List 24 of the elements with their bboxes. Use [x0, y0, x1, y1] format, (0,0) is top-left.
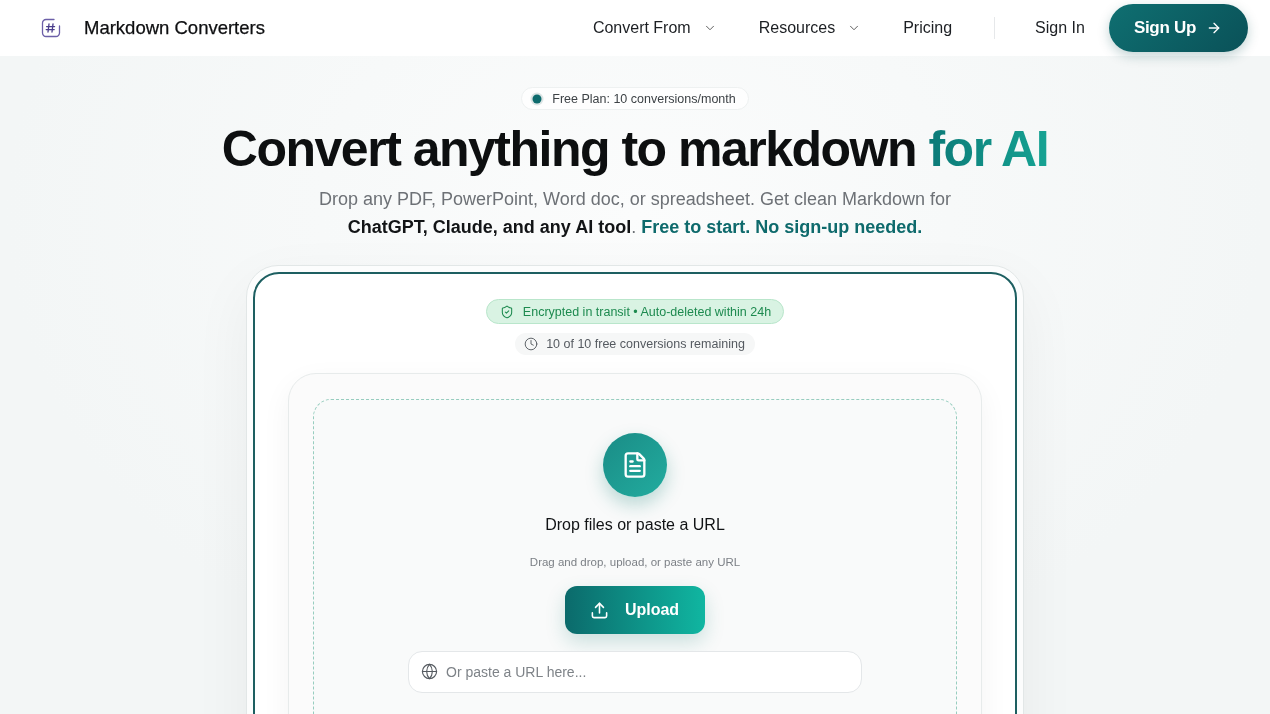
drop-zone[interactable]: Drop files or paste a URL Drag and drop, upload, or paste any URL Upload Or paste a URL here...	[313, 399, 957, 714]
upload-icon	[589, 600, 609, 620]
url-input-field[interactable]: Or paste a URL here...	[408, 651, 862, 693]
clock-icon	[524, 337, 539, 351]
sign-up-button[interactable]: Sign Up	[1108, 4, 1248, 52]
nav-link[interactable]: Convert From	[592, 19, 717, 37]
security-badge-text: Encrypted in transit • Auto-deleted within 24h	[522, 304, 772, 319]
hero-title: Convert anything to markdown for AI	[221, 121, 1049, 177]
globe-icon	[421, 663, 438, 680]
shield-check-icon	[499, 304, 514, 319]
drop-zone-title: Drop files or paste a URL	[545, 516, 725, 534]
brand-link[interactable]: Markdown Converters	[41, 17, 265, 39]
hash-logo-icon	[41, 18, 61, 38]
nav-link[interactable]: Resources	[758, 19, 862, 37]
plan-badge-text: Free Plan: 10 conversions/month	[552, 91, 736, 106]
brand-name: Markdown Converters	[84, 17, 265, 39]
drop-zone-hint: Drag and drop, upload, or paste any URL	[529, 556, 741, 568]
arrow-right-icon	[1206, 20, 1222, 36]
nav-link[interactable]: Pricing	[903, 19, 953, 37]
quota-badge-text: 10 of 10 free conversions remaining	[546, 337, 745, 351]
status-dot-icon	[530, 91, 545, 106]
hero-subtitle: Drop any PDF, PowerPoint, Word doc, or spreadsheet. Get clean Markdown for ChatGPT, Claude, and any AI tool. Free to start. No sign-up needed.	[318, 188, 952, 239]
sign-in-link[interactable]: Sign In	[1035, 19, 1085, 37]
document-icon	[603, 433, 667, 497]
